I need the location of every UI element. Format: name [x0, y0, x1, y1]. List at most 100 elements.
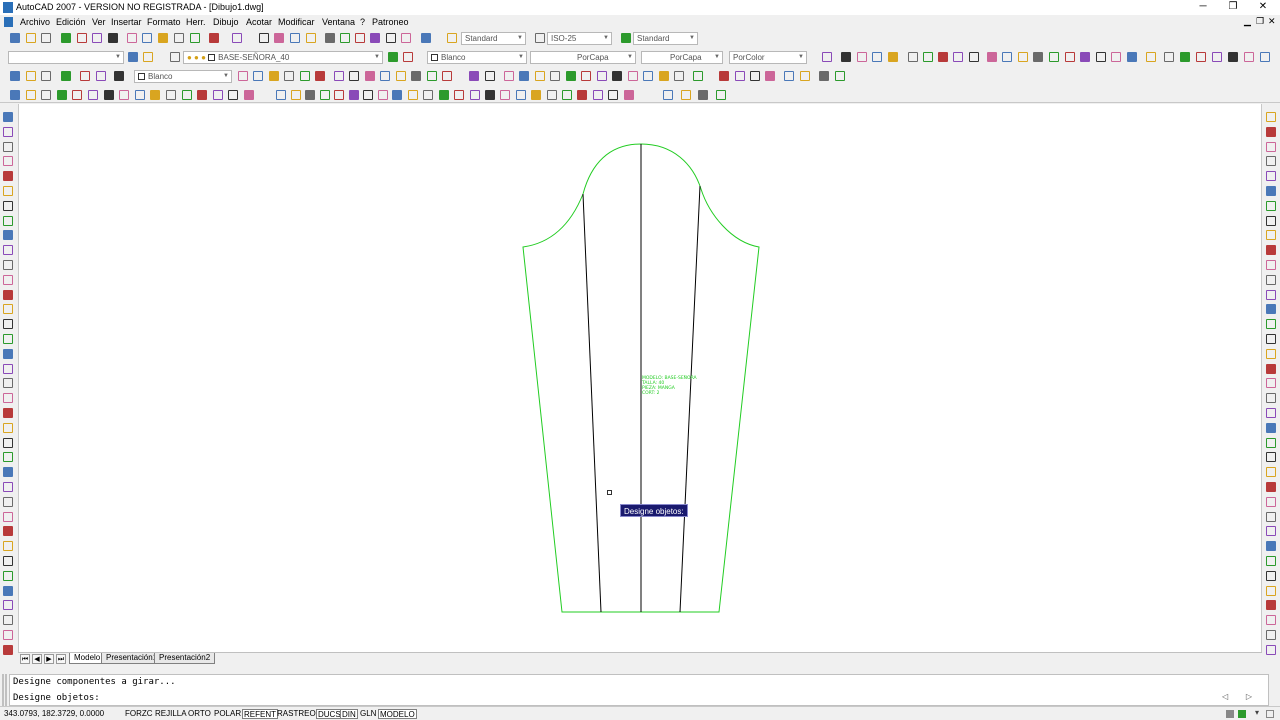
right-toolbar-icon-28[interactable] — [1266, 511, 1276, 522]
command-history[interactable]: Designe componentes a girar... Designe o… — [9, 674, 1269, 706]
properties-toolbar-icon-23[interactable] — [1096, 52, 1106, 62]
right-toolbar-icon-37[interactable] — [1266, 644, 1276, 655]
draw-tools-toolbar-icon-22[interactable] — [469, 71, 479, 81]
left-toolbar-icon-25[interactable] — [3, 467, 13, 478]
left-toolbar-icon-10[interactable] — [3, 245, 13, 256]
properties-toolbar-icon-31[interactable] — [1228, 52, 1238, 62]
draw-tools-toolbar-icon-38[interactable] — [735, 71, 745, 81]
left-toolbar-icon-23[interactable] — [3, 437, 13, 448]
draw-tools-toolbar-icon-26[interactable] — [535, 71, 545, 81]
patroneo-tools-toolbar-icon-38[interactable] — [592, 90, 603, 100]
draw-tools-toolbar-icon-41[interactable] — [784, 71, 794, 81]
right-toolbar-icon-36[interactable] — [1266, 630, 1276, 640]
tab-nav-next-button[interactable]: ▶ — [44, 654, 54, 664]
left-toolbar-icon-14[interactable] — [3, 304, 13, 315]
draw-tools-toolbar-icon-23[interactable] — [485, 71, 495, 81]
menu-archivo[interactable]: Archivo — [20, 17, 50, 27]
status-menu-icon[interactable]: ▾ — [1255, 708, 1259, 717]
patroneo-tools-toolbar-icon-42[interactable] — [681, 90, 691, 100]
draw-tools-toolbar-icon-44[interactable] — [835, 71, 845, 81]
draw-tools-toolbar-icon-31[interactable] — [612, 71, 622, 81]
right-toolbar-icon-15[interactable] — [1266, 319, 1276, 330]
patroneo-tools-toolbar-icon-12[interactable] — [181, 90, 192, 100]
properties-toolbar-icon-20[interactable] — [1049, 52, 1059, 62]
left-toolbar-icon-30[interactable] — [3, 541, 13, 552]
dim-style-combo[interactable]: ISO-25 ▼ — [547, 32, 612, 45]
toggle-orto[interactable]: ORTO — [187, 709, 212, 719]
patroneo-tools-toolbar-icon-20[interactable] — [319, 90, 330, 100]
left-toolbar-icon-3[interactable] — [3, 141, 13, 152]
properties-toolbar-icon-11[interactable] — [908, 52, 918, 62]
properties-toolbar-icon-13[interactable] — [938, 52, 948, 62]
draw-tools-toolbar-icon-21[interactable] — [442, 71, 452, 81]
properties-toolbar-icon-3[interactable] — [170, 52, 180, 62]
left-toolbar-icon-20[interactable] — [3, 393, 13, 404]
properties-toolbar-icon-4[interactable] — [388, 52, 398, 62]
draw-tools-toolbar-icon-43[interactable] — [819, 71, 829, 81]
patroneo-tools-toolbar-icon-19[interactable] — [305, 90, 315, 100]
properties-toolbar-icon-9[interactable] — [872, 52, 882, 62]
patroneo-tools-toolbar-icon-23[interactable] — [363, 90, 373, 100]
left-toolbar-icon-5[interactable] — [3, 171, 13, 182]
draw-tools-toolbar-icon-40[interactable] — [765, 71, 775, 81]
right-toolbar-icon-23[interactable] — [1266, 437, 1276, 448]
properties-toolbar-icon-7[interactable] — [841, 52, 851, 62]
patroneo-tools-toolbar-icon-43[interactable] — [698, 90, 708, 100]
right-toolbar-icon-16[interactable] — [1266, 334, 1276, 344]
communication-icon[interactable] — [1238, 710, 1246, 718]
right-toolbar-icon-18[interactable] — [1266, 363, 1276, 374]
menu-acotar[interactable]: Acotar — [246, 17, 272, 27]
menu-dibujo[interactable]: Dibujo — [213, 17, 239, 27]
properties-toolbar-icon-28[interactable] — [1180, 52, 1190, 62]
standard-toolbar-icon-24[interactable] — [401, 33, 411, 43]
draw-tools-toolbar-icon-32[interactable] — [628, 71, 638, 81]
properties-toolbar-icon-21[interactable] — [1065, 52, 1075, 62]
right-toolbar-icon-6[interactable] — [1266, 186, 1276, 196]
drawing-canvas[interactable]: MODELO: BASE-SEÑORA TALLA: 40 PIEZA: MAN… — [18, 104, 1262, 652]
patroneo-tools-toolbar-icon-14[interactable] — [212, 90, 223, 100]
coordinates-readout[interactable]: 343.0793, 182.3729, 0.0000 — [4, 709, 104, 719]
doc-close-button[interactable]: ✕ — [1268, 16, 1276, 27]
standard-toolbar-icon-14[interactable] — [232, 33, 242, 43]
menu-herr[interactable]: Herr. — [186, 17, 206, 27]
properties-toolbar-icon-2[interactable] — [143, 52, 153, 62]
workspace-combo[interactable]: ▼ — [8, 51, 124, 64]
patroneo-tools-toolbar-icon-18[interactable] — [290, 90, 301, 100]
left-toolbar-icon-24[interactable] — [3, 452, 13, 463]
linetype-combo[interactable]: PorCapa ▼ — [530, 51, 636, 64]
standard-toolbar-icon-23[interactable] — [386, 33, 396, 43]
right-toolbar-icon-4[interactable] — [1266, 156, 1276, 167]
plotstyle-combo[interactable]: PorColor ▼ — [729, 51, 807, 64]
patroneo-tools-toolbar-icon-9[interactable] — [134, 90, 145, 100]
draw-tools-toolbar-icon-29[interactable] — [581, 71, 591, 81]
left-toolbar-icon-34[interactable] — [3, 600, 13, 611]
properties-toolbar-icon-15[interactable] — [969, 52, 979, 62]
standard-toolbar-icon-3[interactable] — [41, 33, 51, 43]
color2-combo[interactable]: Blanco ▼ — [134, 70, 232, 83]
right-toolbar-icon-34[interactable] — [1266, 600, 1276, 611]
patroneo-tools-toolbar-icon-31[interactable] — [485, 90, 495, 100]
standard-toolbar-icon-16[interactable] — [274, 33, 284, 43]
left-toolbar-icon-6[interactable] — [3, 186, 13, 196]
tab-modelo[interactable]: Modelo — [69, 653, 106, 664]
patroneo-tools-toolbar-icon-33[interactable] — [515, 90, 526, 100]
table-style-combo[interactable]: Standard ▼ — [633, 32, 698, 45]
clean-screen-icon[interactable] — [1266, 710, 1274, 718]
draw-tools-toolbar-icon-28[interactable] — [566, 71, 576, 81]
left-toolbar-icon-22[interactable] — [3, 422, 13, 433]
right-toolbar-icon-7[interactable] — [1266, 200, 1276, 211]
draw-tools-toolbar-icon-6[interactable] — [96, 71, 106, 81]
draw-tools-toolbar-icon-19[interactable] — [411, 71, 421, 81]
draw-tools-toolbar-icon-8[interactable] — [238, 71, 248, 81]
left-toolbar-icon-26[interactable] — [3, 482, 13, 492]
left-toolbar-icon-37[interactable] — [3, 644, 13, 655]
standard-toolbar-icon-7[interactable] — [108, 33, 118, 43]
left-toolbar-icon-28[interactable] — [3, 511, 13, 522]
draw-tools-toolbar-icon-13[interactable] — [315, 71, 325, 81]
patroneo-tools-toolbar-icon-32[interactable] — [500, 90, 511, 100]
patroneo-tools-toolbar-icon-41[interactable] — [663, 90, 673, 100]
patroneo-tools-toolbar-icon-34[interactable] — [531, 90, 542, 100]
patroneo-tools-toolbar-icon-22[interactable] — [348, 90, 359, 100]
draw-tools-toolbar-icon-33[interactable] — [643, 71, 653, 81]
draw-tools-toolbar-icon-20[interactable] — [427, 71, 437, 81]
